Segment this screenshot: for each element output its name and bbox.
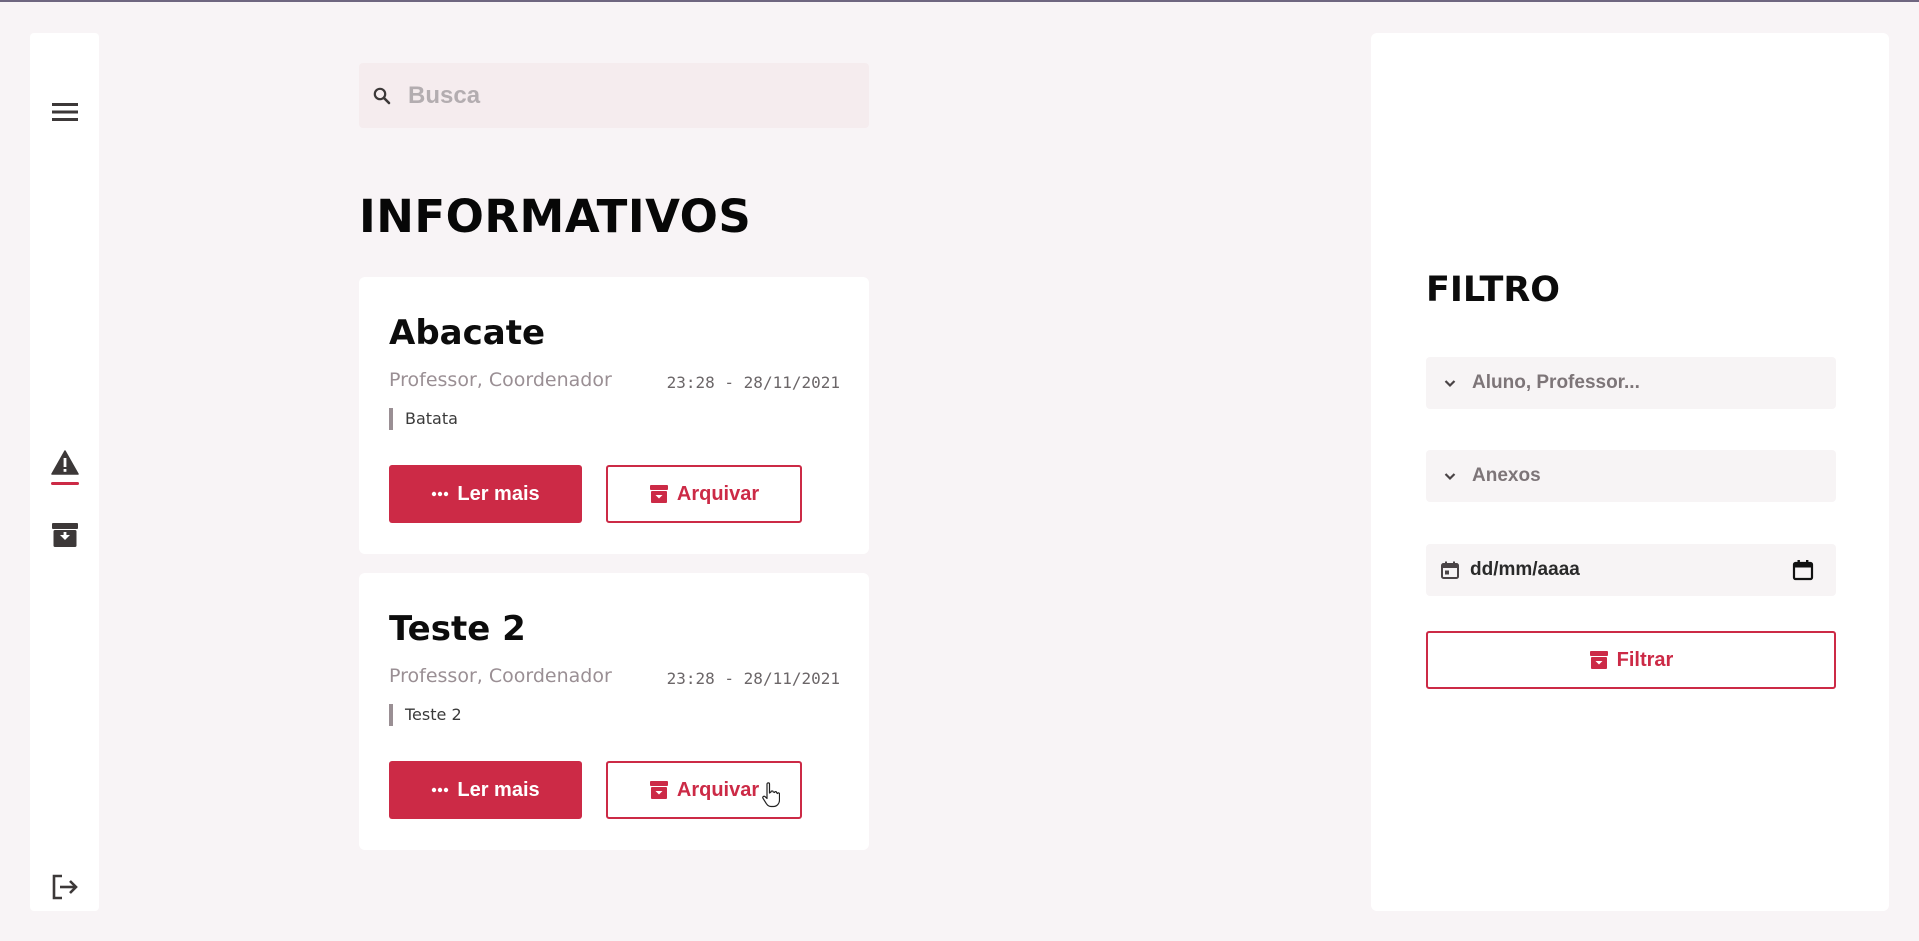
archive-box-icon <box>649 781 668 799</box>
date-input-placeholder: dd/mm/aaaa <box>1470 559 1580 580</box>
archive-button[interactable]: Arquivar <box>606 465 802 523</box>
logout-icon <box>52 874 78 900</box>
sidebar-item-arquivados[interactable] <box>30 515 99 555</box>
attachments-select[interactable]: Anexos <box>1426 450 1836 502</box>
card-title: Teste 2 <box>389 609 526 649</box>
card-title: Abacate <box>389 313 546 353</box>
search-icon <box>373 87 391 104</box>
logout-button[interactable] <box>30 867 99 907</box>
sidebar-menu-button[interactable] <box>30 77 99 147</box>
informativo-card: Teste 2 Professor, Coordenador 23:28 - 2… <box>359 573 869 850</box>
read-more-label: Ler mais <box>457 482 540 505</box>
card-datetime: 23:28 - 28/11/2021 <box>666 373 840 392</box>
page-title: INFORMATIVOS <box>359 190 752 243</box>
archive-box-icon <box>51 523 78 547</box>
card-description: Batata <box>389 408 458 430</box>
search-input[interactable] <box>408 63 869 128</box>
search-bar <box>359 63 869 128</box>
sidebar <box>30 33 99 911</box>
read-more-button[interactable]: Ler mais <box>389 761 582 819</box>
card-roles: Professor, Coordenador <box>389 665 612 687</box>
filter-button[interactable]: Filtrar <box>1426 631 1836 689</box>
dots-icon <box>432 787 449 793</box>
read-more-label: Ler mais <box>457 778 540 801</box>
audience-select-label: Aluno, Professor... <box>1472 372 1640 393</box>
top-border <box>0 0 1919 2</box>
attachments-select-label: Anexos <box>1472 465 1541 486</box>
chevron-down-icon <box>1444 380 1456 388</box>
menu-icon <box>51 103 78 121</box>
hand-cursor-icon <box>762 782 780 808</box>
filter-title: FILTRO <box>1426 270 1561 310</box>
card-roles: Professor, Coordenador <box>389 369 612 391</box>
read-more-button[interactable]: Ler mais <box>389 465 582 523</box>
card-datetime: 23:28 - 28/11/2021 <box>666 669 840 688</box>
dots-icon <box>432 491 449 497</box>
archive-box-icon <box>649 485 668 503</box>
calendar-picker-icon[interactable] <box>1792 559 1814 581</box>
archive-label: Arquivar <box>676 778 760 801</box>
active-indicator <box>50 481 79 485</box>
filter-button-label: Filtrar <box>1616 648 1674 671</box>
archive-box-icon <box>1589 651 1608 669</box>
audience-select[interactable]: Aluno, Professor... <box>1426 357 1836 409</box>
card-description: Teste 2 <box>389 704 462 726</box>
calendar-icon <box>1441 561 1459 579</box>
archive-label: Arquivar <box>676 482 760 505</box>
chevron-down-icon <box>1444 473 1456 481</box>
filter-panel: FILTRO Aluno, Professor... Anexos dd/mm/… <box>1371 33 1889 911</box>
sidebar-item-informativos[interactable] <box>30 444 99 490</box>
alert-triangle-icon <box>50 449 79 475</box>
informativo-card: Abacate Professor, Coordenador 23:28 - 2… <box>359 277 869 554</box>
date-input[interactable]: dd/mm/aaaa <box>1426 544 1836 596</box>
